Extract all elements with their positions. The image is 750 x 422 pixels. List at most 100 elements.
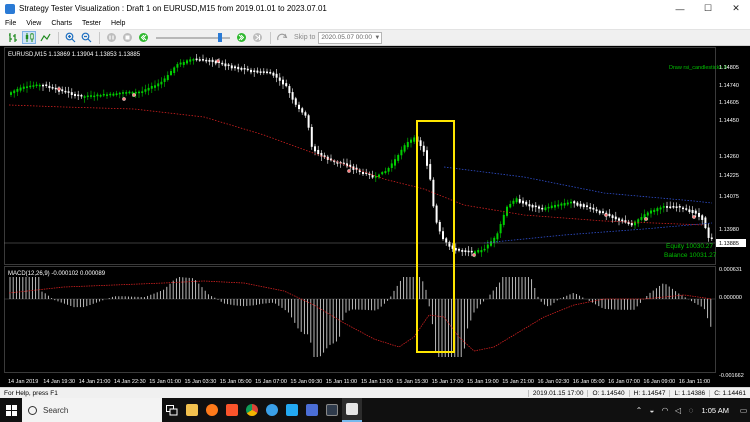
- candle-body: [259, 71, 262, 73]
- maximize-button[interactable]: ☐: [694, 0, 722, 17]
- speed-slider[interactable]: [156, 31, 230, 44]
- candle-body: [202, 59, 204, 61]
- step-button[interactable]: [250, 31, 264, 44]
- candle-body: [138, 91, 140, 94]
- candle-body: [240, 67, 243, 70]
- candle-body: [61, 89, 64, 92]
- price-tick: 1.14075: [719, 194, 739, 200]
- pause-button[interactable]: [104, 31, 118, 44]
- price-pane-header: EURUSD,M15 1.13869 1.13904 1.13853 1.138…: [8, 52, 141, 58]
- candle-chart-button[interactable]: [22, 31, 36, 44]
- candle-body: [650, 210, 652, 214]
- speed-slider-thumb[interactable]: [217, 33, 222, 42]
- candle-body: [467, 250, 470, 253]
- notifications-icon[interactable]: ▭: [737, 406, 750, 415]
- speed-down-button[interactable]: [136, 31, 150, 44]
- candle-body: [243, 67, 246, 70]
- skip-to-date-input[interactable]: 2020.05.07 00:00 ▼: [318, 31, 383, 44]
- price-tick: 1.14605: [719, 100, 739, 106]
- task-view-button[interactable]: [162, 398, 182, 422]
- menu-tester[interactable]: Tester: [77, 20, 106, 27]
- skip-to-date-value: 2020.05.07 00:00: [321, 33, 373, 41]
- close-button[interactable]: ✕: [722, 0, 750, 17]
- dropdown-arrow-icon[interactable]: ▼: [373, 33, 381, 43]
- menu-charts[interactable]: Charts: [46, 20, 77, 27]
- candle-body: [410, 139, 412, 143]
- candle-body: [570, 201, 572, 204]
- zoom-out-button[interactable]: [79, 31, 93, 44]
- price-tick: 1.14740: [719, 83, 739, 89]
- price-tick: 1.14225: [719, 173, 739, 179]
- volume-icon[interactable]: ◁: [671, 406, 684, 415]
- chrome-button[interactable]: [242, 398, 262, 422]
- candle-body: [528, 204, 531, 207]
- skip-icon: [276, 33, 287, 41]
- candle-body: [397, 155, 400, 161]
- candle-body: [490, 241, 492, 246]
- metaeditor-button[interactable]: [302, 398, 322, 422]
- time-tick: 15 Jan 21:00: [502, 379, 534, 385]
- candle-body: [602, 211, 604, 214]
- chart-area[interactable]: EURUSD,M15 1.13869 1.13904 1.13853 1.138…: [4, 47, 748, 387]
- menu-help[interactable]: Help: [106, 20, 130, 27]
- brave-button[interactable]: [222, 398, 242, 422]
- candle-body: [512, 200, 515, 204]
- trade-marker: [57, 87, 61, 91]
- candle-body: [502, 214, 505, 225]
- minimize-button[interactable]: —: [666, 0, 694, 17]
- taskbar-search-box[interactable]: Search: [22, 398, 162, 422]
- candle-body: [630, 223, 633, 226]
- windows-logo-icon: [5, 404, 17, 416]
- candle-body: [582, 204, 585, 208]
- terminal-button[interactable]: [322, 398, 342, 422]
- candle-body: [147, 87, 150, 91]
- candle-body: [310, 126, 313, 147]
- status-high: H: 1.14547: [628, 389, 670, 397]
- bar-chart-button[interactable]: [6, 31, 20, 44]
- speed-up-button[interactable]: [234, 31, 248, 44]
- candle-body: [666, 206, 668, 208]
- task-view-icon: [166, 404, 178, 415]
- time-tick: 14 Jan 2019: [8, 379, 38, 385]
- show-hidden-icons-icon[interactable]: ⌃: [632, 406, 645, 415]
- menu-file[interactable]: File: [0, 20, 21, 27]
- candle-body: [291, 92, 294, 100]
- status-low: L: 1.14386: [669, 389, 709, 397]
- candle-body: [160, 81, 163, 85]
- candle-body: [307, 115, 310, 128]
- firefox-button[interactable]: [202, 398, 222, 422]
- strategy-tester-icon: [346, 403, 358, 415]
- edge-button[interactable]: [262, 398, 282, 422]
- menu-view[interactable]: View: [21, 20, 46, 27]
- candle-body: [454, 247, 457, 251]
- stop-button[interactable]: [120, 31, 134, 44]
- candle-body: [109, 93, 112, 96]
- candle-body: [419, 140, 422, 147]
- candle-body: [483, 248, 486, 251]
- candle-body: [701, 215, 704, 220]
- candle-body: [237, 66, 240, 70]
- candle-body: [154, 85, 156, 88]
- candle-body: [224, 63, 227, 67]
- trade-marker: [132, 93, 136, 97]
- candle-body: [179, 62, 182, 65]
- line-chart-button[interactable]: [38, 31, 52, 44]
- candle-body: [675, 206, 678, 208]
- candle-body: [29, 85, 32, 88]
- start-button[interactable]: [0, 398, 22, 422]
- network-icon[interactable]: ◒: [645, 406, 658, 415]
- zoom-in-button[interactable]: [63, 31, 77, 44]
- vscode-button[interactable]: [282, 398, 302, 422]
- candle-body: [422, 145, 425, 152]
- search-icon: [28, 405, 37, 415]
- file-explorer-button[interactable]: [182, 398, 202, 422]
- status-help-text: For Help, press F1: [4, 389, 58, 397]
- taskbar-clock[interactable]: 1:05 AM: [697, 406, 737, 415]
- chart-canvas[interactable]: EURUSD,M15 1.13869 1.13904 1.13853 1.138…: [4, 47, 748, 387]
- price-pane-frame: [4, 47, 716, 265]
- strategy-tester-taskbar-button[interactable]: [342, 398, 362, 422]
- wifi-icon[interactable]: ◠: [658, 406, 671, 415]
- skip-button[interactable]: [275, 31, 289, 44]
- skip-to-label: Skip to: [294, 34, 316, 41]
- language-icon[interactable]: ◌: [684, 406, 697, 415]
